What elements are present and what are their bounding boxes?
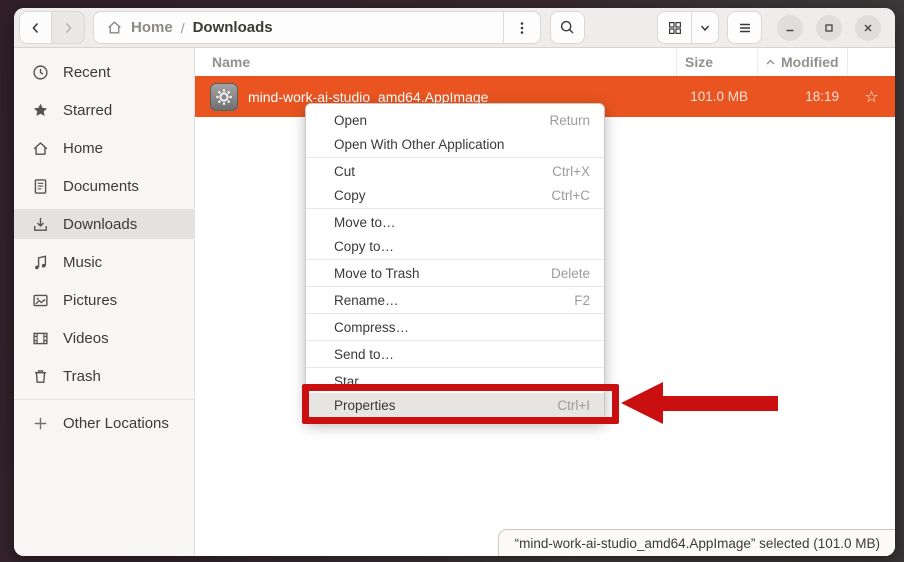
menu-item-copy[interactable]: Copy Ctrl+C (306, 183, 604, 207)
breadcrumb: Home / Downloads (94, 19, 503, 36)
grid-view-icon (667, 20, 683, 36)
sidebar-item-label: Starred (63, 102, 112, 119)
file-modified: 18:19 (758, 89, 848, 104)
chevron-down-icon (698, 21, 712, 35)
maximize-button[interactable] (816, 15, 842, 41)
close-button[interactable] (855, 15, 881, 41)
sidebar-item-label: Documents (63, 178, 139, 195)
close-icon (862, 22, 874, 34)
back-chevron-icon (28, 20, 44, 36)
plus-icon (32, 415, 49, 432)
breadcrumb-current[interactable]: Downloads (193, 19, 273, 36)
selection-status-text: “mind-work-ai-studio_amd64.AppImage” sel… (515, 536, 880, 551)
list-header: Name Size Modified (195, 48, 895, 76)
menu-item-move-to-trash[interactable]: Move to Trash Delete (306, 261, 604, 285)
sidebar-item-home[interactable]: Home (14, 133, 194, 163)
menu-separator (306, 157, 604, 158)
menu-item-move-to[interactable]: Move to… (306, 210, 604, 234)
menu-item-cut[interactable]: Cut Ctrl+X (306, 159, 604, 183)
sidebar-item-label: Other Locations (63, 415, 169, 432)
hamburger-menu-button[interactable] (727, 11, 762, 44)
videos-icon (32, 330, 49, 347)
headerbar: Home / Downloads (14, 8, 895, 48)
path-bar[interactable]: Home / Downloads (93, 11, 541, 44)
menu-separator (306, 208, 604, 209)
menu-item-open-with-other-application[interactable]: Open With Other Application (306, 132, 604, 156)
starred-icon (32, 102, 49, 119)
home-icon (106, 19, 123, 36)
sort-ascending-icon (765, 57, 776, 68)
file-size: 101.0 MB (677, 89, 758, 104)
sidebar-item-pictures[interactable]: Pictures (14, 285, 194, 315)
back-button[interactable] (19, 11, 52, 44)
search-button[interactable] (550, 11, 585, 44)
breadcrumb-separator: / (181, 20, 185, 36)
sidebar: Recent Starred Home Documents Downloads (14, 48, 195, 556)
sidebar-item-documents[interactable]: Documents (14, 171, 194, 201)
appimage-gear-icon (210, 83, 238, 111)
sidebar-item-label: Music (63, 254, 102, 271)
menu-item-send-to[interactable]: Send to… (306, 342, 604, 366)
sidebar-item-videos[interactable]: Videos (14, 323, 194, 353)
menu-item-copy-to[interactable]: Copy to… (306, 234, 604, 258)
menu-separator (306, 340, 604, 341)
maximize-icon (823, 22, 835, 34)
documents-icon (32, 178, 49, 195)
column-header-modified[interactable]: Modified (758, 48, 848, 76)
sidebar-item-label: Trash (63, 368, 101, 385)
recent-icon (32, 64, 49, 81)
menu-separator (306, 313, 604, 314)
pictures-icon (32, 292, 49, 309)
sidebar-item-starred[interactable]: Starred (14, 95, 194, 125)
menu-separator (306, 259, 604, 260)
column-header-name[interactable]: Name (195, 48, 677, 76)
annotation-highlight-rectangle (302, 384, 619, 424)
minimize-button[interactable] (777, 15, 803, 41)
menu-item-compress[interactable]: Compress… (306, 315, 604, 339)
trash-icon (32, 368, 49, 385)
status-bar: “mind-work-ai-studio_amd64.AppImage” sel… (498, 529, 895, 556)
star-toggle-icon[interactable]: ☆ (848, 87, 895, 106)
breadcrumb-home[interactable]: Home (131, 19, 173, 36)
home-icon (32, 140, 49, 157)
forward-chevron-icon (60, 20, 76, 36)
sidebar-item-label: Recent (63, 64, 111, 81)
sidebar-separator (14, 399, 194, 400)
sidebar-item-label: Home (63, 140, 103, 157)
menu-item-rename[interactable]: Rename… F2 (306, 288, 604, 312)
sidebar-item-recent[interactable]: Recent (14, 57, 194, 87)
sidebar-item-label: Downloads (63, 216, 137, 233)
sidebar-item-label: Videos (63, 330, 109, 347)
grid-view-button[interactable] (658, 12, 691, 43)
forward-button[interactable] (52, 11, 85, 44)
hamburger-menu-icon (737, 20, 753, 36)
menu-separator (306, 367, 604, 368)
desktop-background: Home / Downloads (0, 0, 904, 562)
column-header-size[interactable]: Size (677, 48, 758, 76)
music-icon (32, 254, 49, 271)
context-menu: Open Return Open With Other Application … (305, 103, 605, 422)
kebab-menu-icon (515, 20, 529, 36)
sidebar-item-downloads[interactable]: Downloads (14, 209, 194, 239)
downloads-icon (32, 216, 49, 233)
sidebar-item-label: Pictures (63, 292, 117, 309)
annotation-arrow-shaft (660, 396, 778, 411)
view-options-button[interactable] (504, 12, 540, 43)
view-toggle-group (657, 11, 719, 44)
column-header-star (848, 48, 895, 76)
annotation-arrow-icon (621, 382, 663, 424)
minimize-icon (784, 22, 796, 34)
sidebar-item-other-locations[interactable]: Other Locations (14, 408, 194, 438)
sidebar-item-trash[interactable]: Trash (14, 361, 194, 391)
window-controls (777, 15, 881, 41)
search-icon (559, 19, 576, 36)
menu-item-open[interactable]: Open Return (306, 108, 604, 132)
menu-separator (306, 286, 604, 287)
view-dropdown-button[interactable] (691, 12, 718, 43)
sidebar-item-music[interactable]: Music (14, 247, 194, 277)
nav-buttons (19, 11, 85, 44)
